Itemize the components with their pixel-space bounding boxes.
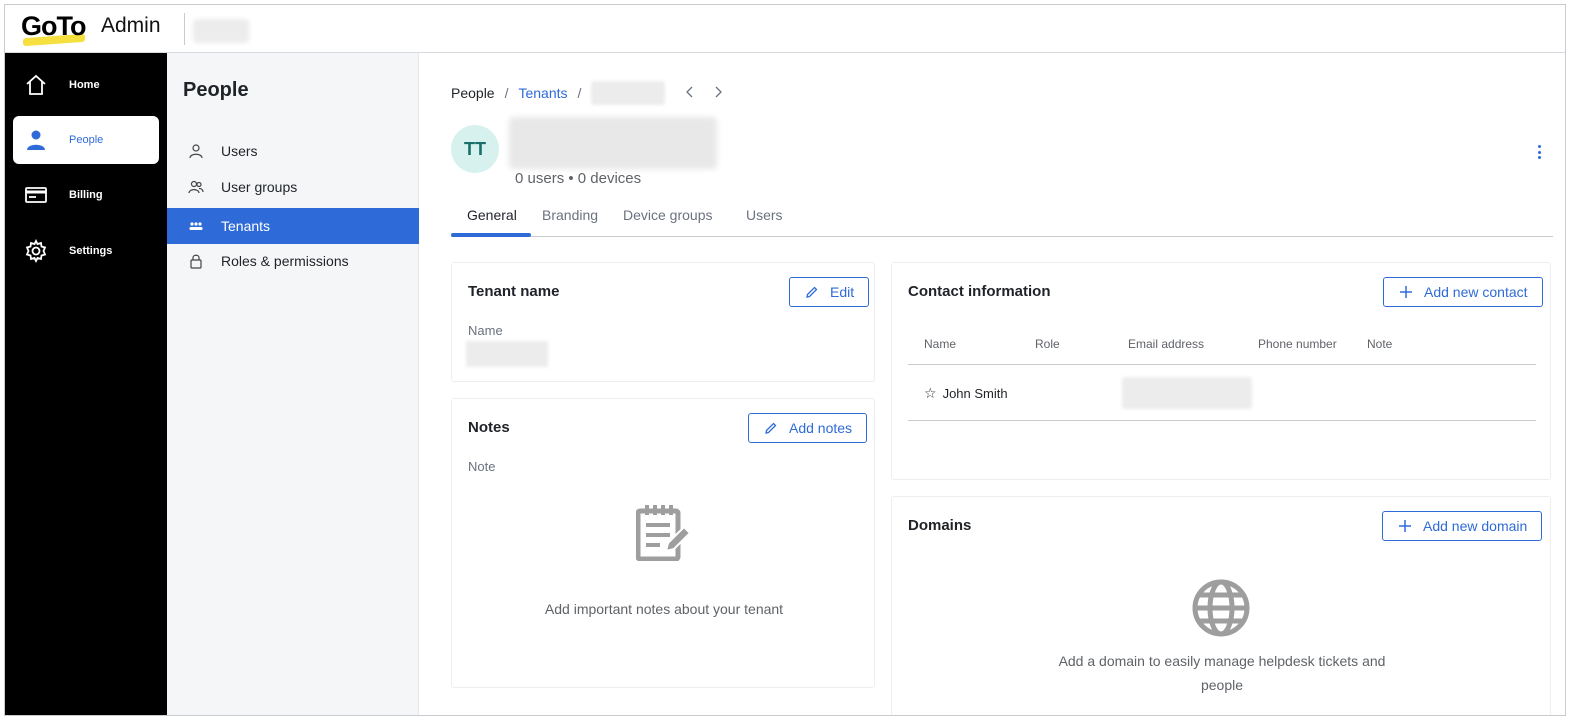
- account-switcher-redacted[interactable]: [193, 19, 249, 43]
- plus-icon: [1397, 518, 1413, 534]
- card-title: Domains: [908, 517, 972, 534]
- secondary-nav: People Users User groups Tenants Roles &…: [167, 53, 419, 715]
- tenant-avatar: TT: [451, 125, 499, 173]
- pencil-icon: [763, 420, 779, 436]
- notes-empty-text: Add important notes about your tenant: [544, 601, 784, 617]
- table-row[interactable]: ☆ John Smith: [908, 365, 1536, 421]
- add-new-domain-button[interactable]: Add new domain: [1382, 511, 1543, 541]
- plus-icon: [1398, 284, 1414, 300]
- column-header-role[interactable]: Role: [1035, 337, 1060, 351]
- pencil-icon: [804, 284, 820, 300]
- button-label: Add new domain: [1423, 518, 1528, 534]
- nav-item-label: People: [69, 134, 104, 146]
- domains-card: Domains Add new domain Add a domain to e…: [891, 496, 1551, 715]
- tenant-name-redacted: [509, 117, 717, 169]
- edit-tenant-name-button[interactable]: Edit: [789, 277, 870, 307]
- tab-branding[interactable]: Branding: [542, 201, 598, 237]
- user-groups-icon: [187, 178, 205, 196]
- kebab-dot-icon: [1537, 145, 1541, 148]
- subnav-item-label: Roles & permissions: [221, 253, 349, 269]
- nav-item-settings[interactable]: Settings: [13, 227, 159, 275]
- tab-device-groups[interactable]: Device groups: [623, 201, 713, 237]
- app-window: GoTo Admin Home People Billing Settings …: [4, 4, 1566, 716]
- tab-users[interactable]: Users: [746, 201, 783, 237]
- contact-name-cell: ☆ John Smith: [924, 385, 1008, 402]
- breadcrumb-tenants[interactable]: Tenants: [518, 85, 567, 101]
- add-notes-button[interactable]: Add notes: [748, 413, 868, 443]
- next-tenant-button[interactable]: [713, 85, 723, 101]
- section-title: People: [183, 79, 249, 101]
- card-title: Tenant name: [468, 283, 560, 300]
- star-icon: ☆: [924, 385, 937, 401]
- note-label: Note: [468, 459, 496, 474]
- kebab-dot-icon: [1537, 156, 1541, 159]
- app-title: Admin: [101, 14, 161, 37]
- contacts-table-header: Name Role Email address Phone number Not…: [908, 335, 1536, 365]
- name-label: Name: [468, 323, 503, 338]
- billing-icon: [23, 182, 49, 208]
- more-options-button[interactable]: [1533, 143, 1545, 161]
- subnav-item-user-groups[interactable]: User groups: [167, 169, 419, 205]
- button-label: Add notes: [789, 420, 853, 436]
- subnav-item-users[interactable]: Users: [167, 133, 419, 169]
- home-icon: [23, 72, 49, 98]
- nav-item-billing[interactable]: Billing: [13, 171, 159, 219]
- contact-information-card: Contact information Add new contact Name…: [891, 262, 1551, 480]
- nav-item-people[interactable]: People: [13, 116, 159, 164]
- kebab-dot-icon: [1537, 150, 1541, 154]
- domains-empty-text: Add a domain to easily manage helpdesk t…: [1058, 653, 1386, 693]
- nav-item-label: Home: [69, 79, 100, 91]
- nav-item-label: Billing: [69, 189, 103, 201]
- top-bar: GoTo Admin: [5, 5, 1565, 53]
- nav-item-home[interactable]: Home: [13, 61, 159, 109]
- lock-icon: [187, 252, 205, 270]
- notes-empty-icon: [635, 505, 692, 566]
- nav-item-label: Settings: [69, 245, 113, 257]
- contact-email-redacted: [1122, 377, 1252, 409]
- card-title: Contact information: [908, 283, 1051, 300]
- breadcrumb-separator: /: [504, 85, 509, 101]
- tenant-summary: 0 users • 0 devices: [515, 170, 642, 187]
- gear-icon: [23, 238, 49, 264]
- active-tab-indicator: [451, 233, 531, 237]
- button-label: Edit: [830, 284, 855, 300]
- add-new-contact-button[interactable]: Add new contact: [1383, 277, 1543, 307]
- breadcrumb-separator: /: [577, 85, 582, 101]
- contact-name: John Smith: [942, 386, 1008, 401]
- chevron-right-icon: [715, 86, 723, 98]
- breadcrumb: People / Tenants /: [451, 81, 723, 105]
- top-divider: [184, 13, 185, 45]
- card-title: Notes: [468, 419, 510, 436]
- column-header-note[interactable]: Note: [1367, 337, 1392, 351]
- person-icon: [23, 127, 49, 153]
- subnav-item-label: User groups: [221, 179, 298, 195]
- goto-logo[interactable]: GoTo: [21, 11, 86, 42]
- tenant-name-value-redacted: [466, 341, 548, 367]
- globe-icon: [1192, 579, 1250, 642]
- breadcrumb-current-redacted: [591, 81, 666, 105]
- column-header-phone[interactable]: Phone number: [1258, 337, 1337, 351]
- breadcrumb-people[interactable]: People: [451, 85, 495, 101]
- user-icon: [187, 142, 205, 160]
- main-content: People / Tenants / TT 0 users • 0 device…: [419, 53, 1565, 715]
- column-header-email[interactable]: Email address: [1128, 337, 1204, 351]
- subnav-item-tenants[interactable]: Tenants: [167, 208, 419, 244]
- column-header-name[interactable]: Name: [924, 337, 956, 351]
- subnav-item-roles-permissions[interactable]: Roles & permissions: [167, 243, 419, 279]
- tab-general[interactable]: General: [467, 201, 517, 237]
- subnav-item-label: Users: [221, 143, 258, 159]
- previous-tenant-button[interactable]: [685, 85, 695, 101]
- tenants-icon: [187, 217, 205, 235]
- notes-card: Notes Add notes Note Add important notes…: [451, 398, 875, 688]
- chevron-left-icon: [686, 86, 693, 98]
- button-label: Add new contact: [1424, 284, 1528, 300]
- tenant-name-card: Tenant name Edit Name: [451, 262, 875, 382]
- primary-nav: Home People Billing Settings: [5, 53, 167, 715]
- tenant-tabs: General Branding Device groups Users: [451, 201, 1553, 237]
- subnav-item-label: Tenants: [221, 218, 271, 234]
